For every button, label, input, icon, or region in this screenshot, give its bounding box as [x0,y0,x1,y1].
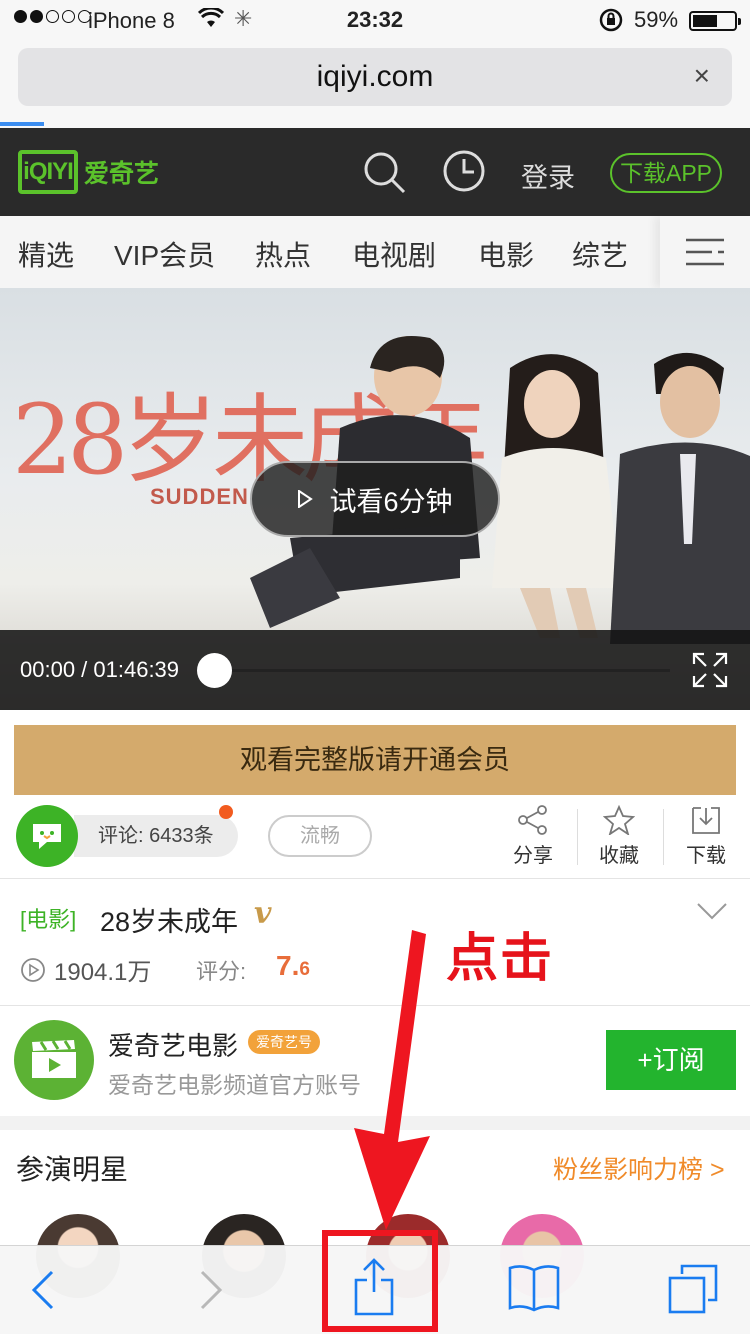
channel-nav: 精选 VIP会员 热点 电视剧 电影 综艺 [0,216,750,288]
video-player[interactable]: 28岁未成年 SUDDEN 试看6分钟 00:00 / 01:46:39 [0,288,750,710]
site-header: iQIYI 爱奇艺 登录 下载APP [0,128,750,216]
logo-name: 爱奇艺 [84,160,160,188]
share-icon [518,805,547,835]
play-icon [298,490,314,508]
download-app-button[interactable]: 下载APP [610,153,722,193]
movie-title: 28岁未成年 [100,907,239,937]
nav-item-tv-series[interactable]: 电视剧 [352,234,436,274]
share-label: 分享 [513,845,553,867]
score-value: 7.6 [276,950,310,981]
player-controls: 00:00 / 01:46:39 [0,630,750,710]
back-icon[interactable] [30,1268,56,1317]
search-icon[interactable] [362,150,406,199]
battery-icon [689,11,741,31]
genre-tag: [电影] [20,907,77,932]
play-count-icon [21,957,45,982]
seek-track[interactable] [214,669,670,672]
fullscreen-icon[interactable] [692,652,728,693]
bookmarks-icon[interactable] [508,1262,560,1317]
quality-selector[interactable]: 流畅 [268,815,372,857]
iqiyi-account-badge: 爱奇艺号 [248,1030,320,1054]
nav-item-vip[interactable]: VIP会员 [114,234,215,274]
notification-dot [219,805,233,819]
nav-item-featured[interactable]: 精选 [18,234,74,274]
page-load-progress [0,122,44,126]
history-clock-icon[interactable] [443,150,485,197]
star-icon [603,805,635,835]
forward-icon[interactable] [198,1268,224,1317]
vip-membership-banner[interactable]: 观看完整版请开通会员 [14,725,736,795]
play-count-value: 1904.1万 [54,959,152,986]
status-bar: iPhone 8 ✳ 23:32 59% [0,0,750,40]
fan-ranking-link[interactable]: 粉丝影响力榜 > [553,1150,725,1186]
favorite-button[interactable]: 收藏 [581,805,657,868]
url-field[interactable]: iqiyi.com × [18,48,732,106]
download-label: 下载 [686,845,726,867]
nav-item-variety[interactable]: 综艺 [572,234,628,274]
red-arrow-annotation [354,930,430,1230]
comments-button[interactable]: 评论: 6433条 [74,815,238,857]
channel-name[interactable]: 爱奇艺电影 [108,1026,238,1063]
trial-play-label: 试看6分钟 [329,486,453,517]
share-highlight-box [322,1230,438,1332]
cast-section-title: 参演明星 [16,1154,129,1185]
channel-description: 爱奇艺电影频道官方账号 [108,1072,361,1098]
clear-url-icon[interactable]: × [694,60,710,92]
nav-item-hot[interactable]: 热点 [255,234,311,274]
action-row: 评论: 6433条 流畅 分享 收藏 下载 [0,795,750,879]
seek-handle[interactable] [197,653,232,688]
channel-avatar[interactable] [14,1020,94,1100]
clapperboard-icon [32,1040,76,1078]
download-button[interactable]: 下载 [668,805,744,868]
trial-play-button[interactable]: 试看6分钟 [250,461,500,537]
download-icon [692,807,720,834]
battery-percent: 59% [634,7,679,32]
safari-address-bar: iqiyi.com × [0,40,750,128]
vip-badge-icon: v [254,896,272,931]
url-text[interactable]: iqiyi.com [18,60,732,94]
share-button[interactable]: 分享 [495,805,571,868]
tabs-icon[interactable] [668,1264,720,1319]
poster-figure-right [610,352,750,644]
comment-bubble-icon[interactable] [16,805,78,867]
logo-mark: iQIYI [18,150,78,194]
iqiyi-logo[interactable]: iQIYI 爱奇艺 [18,150,159,194]
rotation-lock-icon [598,8,624,38]
timecode: 00:00 / 01:46:39 [20,657,180,682]
login-link[interactable]: 登录 [521,156,575,195]
subscribe-button[interactable]: +订阅 [606,1030,736,1090]
menu-icon [686,238,724,266]
nav-menu-button[interactable] [660,216,750,288]
play-count: 1904.1万 [20,952,151,987]
click-annotation: 点击 [446,930,555,988]
nav-item-movies[interactable]: 电影 [478,234,534,274]
score-label: 评分: [196,959,247,984]
chevron-down-icon[interactable] [696,902,728,925]
favorite-label: 收藏 [599,845,639,867]
